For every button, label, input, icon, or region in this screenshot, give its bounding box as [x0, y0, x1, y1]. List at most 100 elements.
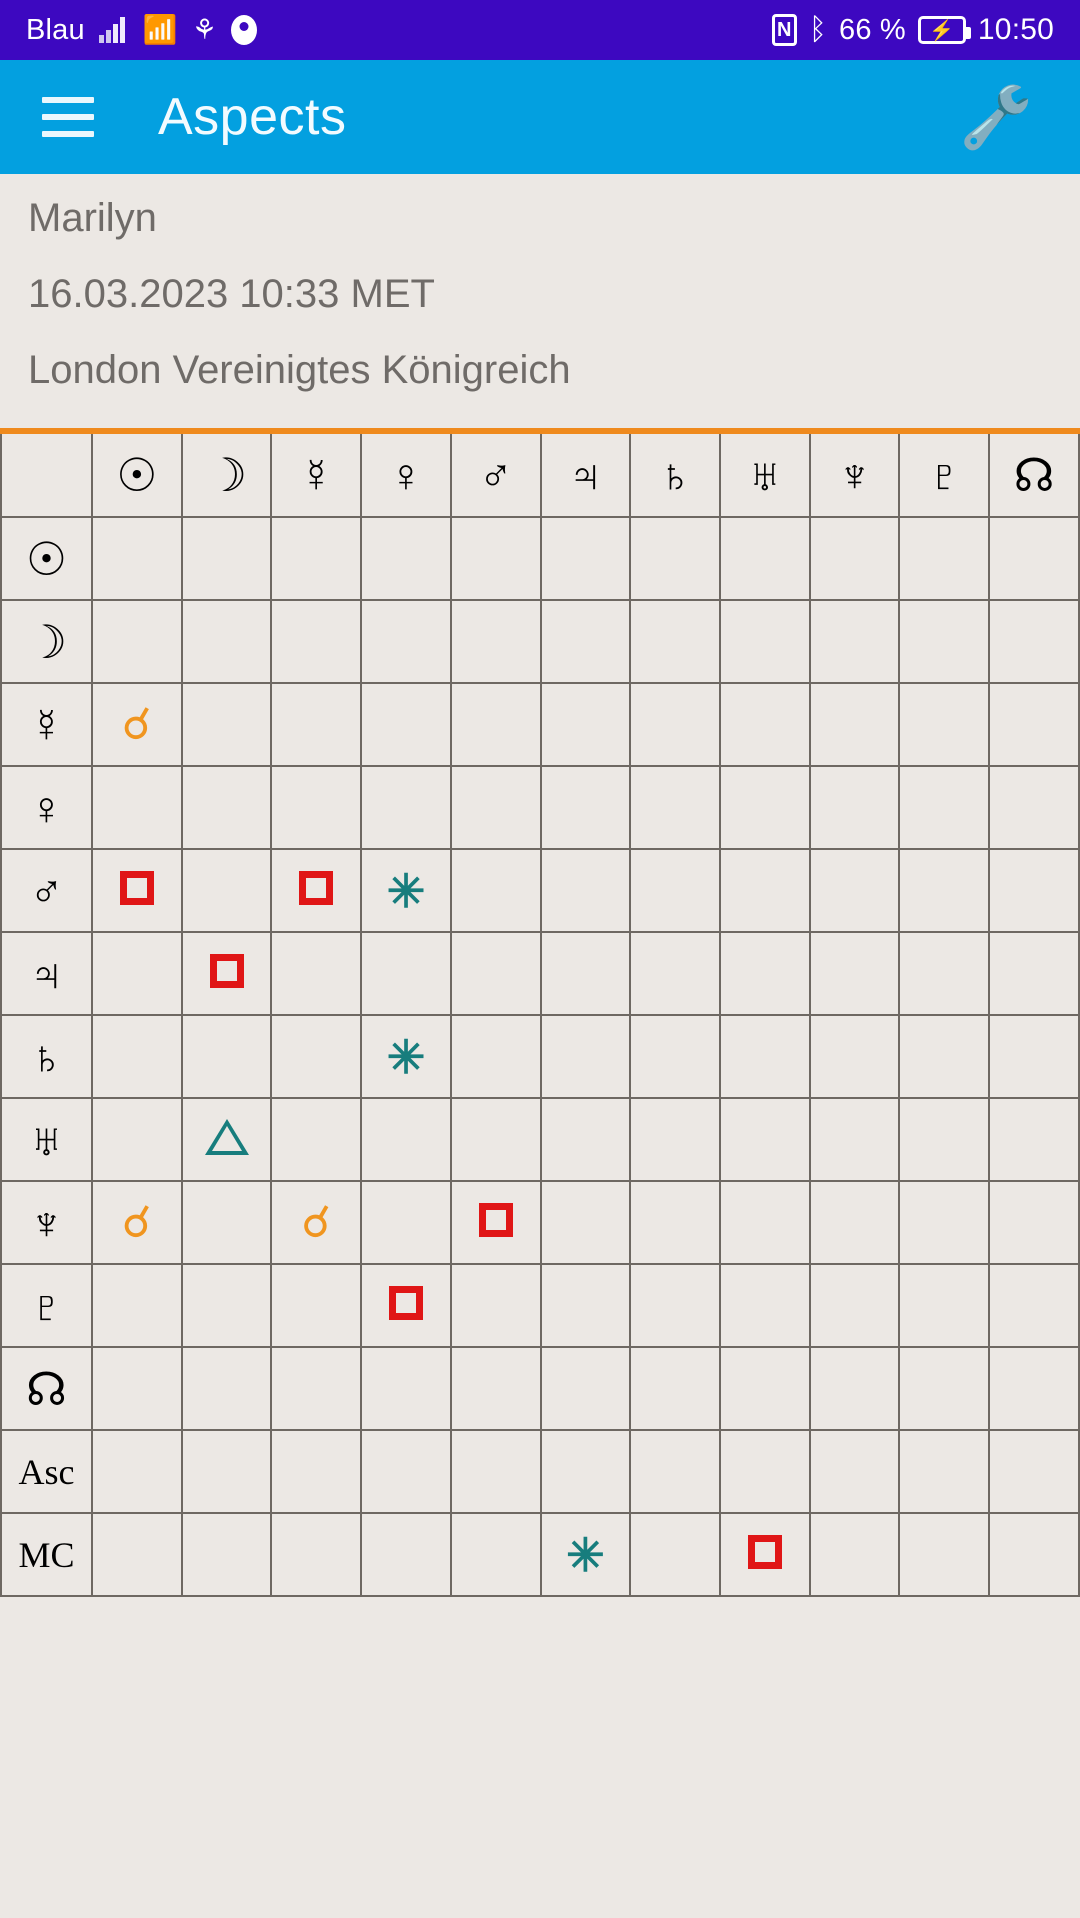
- aspect-cell-uranus-moon[interactable]: [180, 1097, 273, 1182]
- aspect-cell-pluto-jupiter[interactable]: [539, 1263, 632, 1348]
- aspect-cell-saturn-moon[interactable]: [180, 1014, 273, 1099]
- aspect-cell-uranus-pluto[interactable]: [898, 1097, 991, 1182]
- aspect-cell-node-jupiter[interactable]: [539, 1346, 632, 1431]
- aspect-cell-neptune-pluto[interactable]: [898, 1180, 991, 1265]
- aspect-cell-moon-saturn[interactable]: [629, 599, 721, 684]
- aspect-cell-mars-uranus[interactable]: [718, 848, 811, 933]
- aspect-cell-sun-mars[interactable]: [449, 516, 542, 601]
- aspect-cell-sun-neptune[interactable]: [808, 516, 901, 601]
- aspect-cell-mars-venus[interactable]: ✳: [360, 848, 452, 933]
- aspect-cell-mc-venus[interactable]: [360, 1512, 452, 1597]
- aspect-cell-sun-jupiter[interactable]: [539, 516, 632, 601]
- aspect-cell-venus-sun[interactable]: [90, 765, 183, 850]
- aspect-cell-node-uranus[interactable]: [718, 1346, 811, 1431]
- aspect-cell-node-neptune[interactable]: [808, 1346, 901, 1431]
- aspect-cell-saturn-pluto[interactable]: [898, 1014, 991, 1099]
- aspect-cell-pluto-node[interactable]: [988, 1263, 1080, 1348]
- aspect-cell-moon-node[interactable]: [988, 599, 1080, 684]
- aspect-cell-mercury-mercury[interactable]: [270, 682, 363, 767]
- aspect-cell-moon-moon[interactable]: [180, 599, 273, 684]
- aspect-cell-uranus-jupiter[interactable]: [539, 1097, 632, 1182]
- aspect-cell-saturn-saturn[interactable]: [629, 1014, 721, 1099]
- aspect-cell-sun-mercury[interactable]: [270, 516, 363, 601]
- aspect-cell-jupiter-venus[interactable]: [360, 931, 452, 1016]
- aspect-cell-mc-mars[interactable]: [449, 1512, 542, 1597]
- aspect-cell-node-pluto[interactable]: [898, 1346, 991, 1431]
- aspect-cell-saturn-sun[interactable]: [90, 1014, 183, 1099]
- aspect-cell-venus-node[interactable]: [988, 765, 1080, 850]
- aspect-cell-asc-moon[interactable]: [180, 1429, 273, 1514]
- aspect-cell-uranus-venus[interactable]: [360, 1097, 452, 1182]
- aspect-cell-venus-neptune[interactable]: [808, 765, 901, 850]
- aspect-cell-moon-venus[interactable]: [360, 599, 452, 684]
- aspect-cell-jupiter-mercury[interactable]: [270, 931, 363, 1016]
- aspect-cell-mercury-neptune[interactable]: [808, 682, 901, 767]
- aspect-cell-asc-saturn[interactable]: [629, 1429, 721, 1514]
- aspect-cell-mars-jupiter[interactable]: [539, 848, 632, 933]
- aspect-cell-moon-mercury[interactable]: [270, 599, 363, 684]
- aspect-cell-mc-neptune[interactable]: [808, 1512, 901, 1597]
- aspect-cell-sun-pluto[interactable]: [898, 516, 991, 601]
- aspect-cell-neptune-uranus[interactable]: [718, 1180, 811, 1265]
- aspect-cell-mc-uranus[interactable]: [718, 1512, 811, 1597]
- aspect-cell-asc-pluto[interactable]: [898, 1429, 991, 1514]
- aspect-cell-mc-mercury[interactable]: [270, 1512, 363, 1597]
- aspect-cell-venus-mars[interactable]: [449, 765, 542, 850]
- aspect-cell-venus-uranus[interactable]: [718, 765, 811, 850]
- aspect-cell-mars-neptune[interactable]: [808, 848, 901, 933]
- aspect-cell-venus-saturn[interactable]: [629, 765, 721, 850]
- aspect-cell-node-venus[interactable]: [360, 1346, 452, 1431]
- aspect-cell-mc-node[interactable]: [988, 1512, 1080, 1597]
- aspect-cell-uranus-neptune[interactable]: [808, 1097, 901, 1182]
- aspect-cell-node-sun[interactable]: [90, 1346, 183, 1431]
- aspect-cell-moon-jupiter[interactable]: [539, 599, 632, 684]
- aspect-cell-pluto-uranus[interactable]: [718, 1263, 811, 1348]
- aspect-cell-sun-moon[interactable]: [180, 516, 273, 601]
- aspect-cell-node-mars[interactable]: [449, 1346, 542, 1431]
- aspect-cell-mars-mercury[interactable]: [270, 848, 363, 933]
- aspect-cell-mars-sun[interactable]: [90, 848, 183, 933]
- aspect-cell-jupiter-moon[interactable]: [180, 931, 273, 1016]
- aspect-cell-mc-jupiter[interactable]: ✳: [539, 1512, 632, 1597]
- aspect-cell-mc-pluto[interactable]: [898, 1512, 991, 1597]
- aspect-cell-venus-jupiter[interactable]: [539, 765, 632, 850]
- aspect-cell-uranus-node[interactable]: [988, 1097, 1080, 1182]
- aspect-cell-neptune-jupiter[interactable]: [539, 1180, 632, 1265]
- aspect-cell-mercury-uranus[interactable]: [718, 682, 811, 767]
- aspect-cell-jupiter-mars[interactable]: [449, 931, 542, 1016]
- aspect-cell-neptune-node[interactable]: [988, 1180, 1080, 1265]
- aspect-cell-moon-sun[interactable]: [90, 599, 183, 684]
- aspect-cell-pluto-mars[interactable]: [449, 1263, 542, 1348]
- aspect-cell-moon-pluto[interactable]: [898, 599, 991, 684]
- aspect-cell-saturn-mars[interactable]: [449, 1014, 542, 1099]
- aspect-cell-jupiter-node[interactable]: [988, 931, 1080, 1016]
- aspect-cell-uranus-mercury[interactable]: [270, 1097, 363, 1182]
- aspect-cell-mc-saturn[interactable]: [629, 1512, 721, 1597]
- aspect-cell-mercury-node[interactable]: [988, 682, 1080, 767]
- aspect-cell-asc-neptune[interactable]: [808, 1429, 901, 1514]
- aspect-cell-jupiter-pluto[interactable]: [898, 931, 991, 1016]
- aspect-cell-saturn-venus[interactable]: ✳: [360, 1014, 452, 1099]
- aspect-cell-jupiter-saturn[interactable]: [629, 931, 721, 1016]
- aspect-cell-mercury-venus[interactable]: [360, 682, 452, 767]
- aspect-cell-asc-node[interactable]: [988, 1429, 1080, 1514]
- aspect-cell-mercury-moon[interactable]: [180, 682, 273, 767]
- aspect-cell-saturn-jupiter[interactable]: [539, 1014, 632, 1099]
- aspect-cell-mercury-jupiter[interactable]: [539, 682, 632, 767]
- aspect-cell-moon-neptune[interactable]: [808, 599, 901, 684]
- aspect-cell-neptune-neptune[interactable]: [808, 1180, 901, 1265]
- aspect-cell-saturn-mercury[interactable]: [270, 1014, 363, 1099]
- aspect-cell-node-node[interactable]: [988, 1346, 1080, 1431]
- aspect-cell-pluto-venus[interactable]: [360, 1263, 452, 1348]
- aspect-cell-asc-mercury[interactable]: [270, 1429, 363, 1514]
- aspect-cell-mercury-pluto[interactable]: [898, 682, 991, 767]
- wrench-icon[interactable]: 🔧: [959, 82, 1034, 153]
- aspect-cell-mars-node[interactable]: [988, 848, 1080, 933]
- aspect-cell-node-moon[interactable]: [180, 1346, 273, 1431]
- aspect-cell-neptune-mercury[interactable]: ☌: [270, 1180, 363, 1265]
- aspect-cell-node-mercury[interactable]: [270, 1346, 363, 1431]
- aspect-cell-saturn-uranus[interactable]: [718, 1014, 811, 1099]
- aspect-cell-mercury-mars[interactable]: [449, 682, 542, 767]
- aspect-cell-pluto-moon[interactable]: [180, 1263, 273, 1348]
- menu-icon[interactable]: [42, 97, 94, 137]
